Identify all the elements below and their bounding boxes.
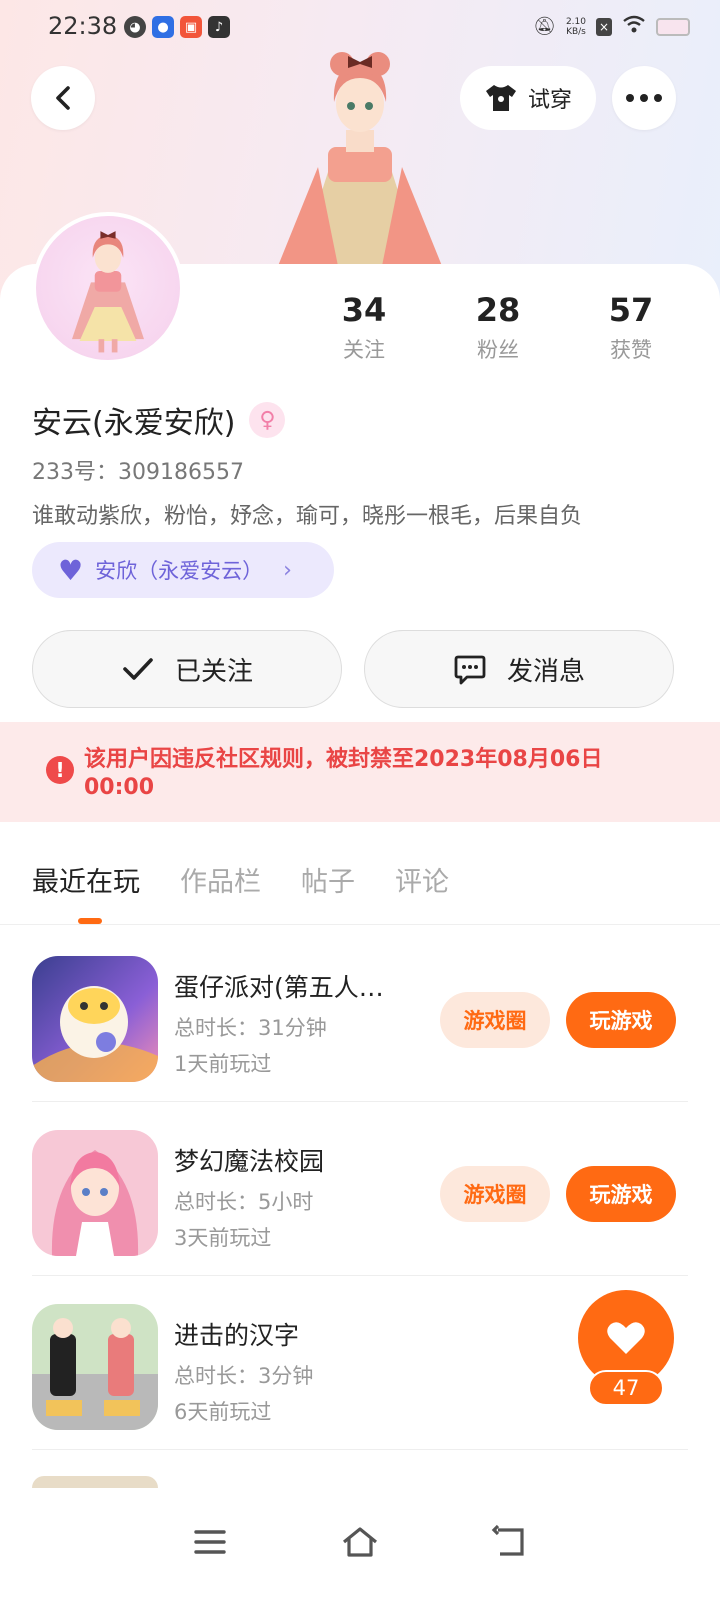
system-navigation-bar xyxy=(0,1488,720,1600)
game-circle-button[interactable]: 游戏圈 xyxy=(440,992,550,1048)
game-duration: 总时长：3分钟 xyxy=(174,1364,314,1388)
game-duration: 总时长：31分钟 xyxy=(174,1016,327,1040)
back-icon xyxy=(56,86,70,110)
game-circle-button[interactable]: 游戏圈 xyxy=(440,1166,550,1222)
wifi-icon xyxy=(622,14,646,39)
profile-tabs: 最近在玩 作品栏 帖子 评论 xyxy=(32,860,449,899)
username: 安云(永爱安欣) xyxy=(32,406,236,441)
game-name: 蛋仔派对(第五人… xyxy=(174,973,384,1002)
game-name: 梦幻魔法校园 xyxy=(174,1147,325,1176)
chevron-right-icon: › xyxy=(283,557,292,583)
female-gender-icon: ♀ xyxy=(249,402,286,438)
stat-following[interactable]: 34 关注 xyxy=(309,290,419,364)
baidu-icon: ● xyxy=(152,16,174,38)
following-count: 34 xyxy=(341,291,387,329)
avatar[interactable] xyxy=(32,212,184,364)
game-icon-magic-campus[interactable] xyxy=(32,1130,158,1256)
notification-app-icon: ◕ xyxy=(124,16,146,38)
user-bio: 谁敢动紫欣，粉怡，妤念，瑜可，晓彤一根毛，后果自负 xyxy=(32,504,583,529)
tab-comments[interactable]: 评论 xyxy=(395,860,449,899)
couple-relationship-tag[interactable]: ♥ 安欣（永爱安云） › xyxy=(32,542,334,598)
game-duration: 总时长：5小时 xyxy=(174,1190,314,1214)
chat-bubble-icon xyxy=(454,655,486,685)
stat-fans[interactable]: 28 粉丝 xyxy=(443,290,553,364)
menu-button[interactable] xyxy=(190,1524,230,1564)
fans-label: 粉丝 xyxy=(477,338,519,362)
followed-button[interactable]: 已关注 xyxy=(32,630,342,708)
home-button[interactable] xyxy=(340,1524,380,1564)
try-on-label: 试穿 xyxy=(527,88,572,113)
back-button[interactable] xyxy=(31,66,95,130)
more-icon xyxy=(626,94,662,102)
warning-icon: ! xyxy=(46,756,74,784)
sim-off-icon: × xyxy=(596,17,612,36)
game-list-item-partial xyxy=(32,1476,158,1488)
tab-posts[interactable]: 帖子 xyxy=(301,860,355,899)
ban-notice-text: 该用户因违反社区规则，被封禁至2023年08月06日 00:00 xyxy=(84,747,603,800)
fans-count: 28 xyxy=(475,291,521,329)
game-last-played: 1天前玩过 xyxy=(174,1052,272,1076)
heart-icon xyxy=(607,1322,645,1354)
try-on-button[interactable]: 试穿 xyxy=(460,66,596,130)
check-icon xyxy=(123,658,153,680)
tabs-divider xyxy=(0,924,720,925)
likes-label: 获赞 xyxy=(610,338,652,362)
game-list-item[interactable]: 蛋仔派对(第五人… 总时长：31分钟 1天前玩过 游戏圈 玩游戏 xyxy=(32,928,688,1102)
mute-icon: 🔕︎ xyxy=(533,16,556,37)
couple-tag-label: 安欣（永爱安云） xyxy=(95,559,264,583)
home-icon xyxy=(342,1527,378,1557)
stat-likes[interactable]: 57 获赞 xyxy=(576,290,686,364)
floating-like-button[interactable]: 47 xyxy=(566,1290,676,1408)
tshirt-icon xyxy=(485,85,516,111)
game-list-item[interactable]: 梦幻魔法校园 总时长：5小时 3天前玩过 游戏圈 玩游戏 xyxy=(32,1102,688,1276)
send-message-button[interactable]: 发消息 xyxy=(364,630,674,708)
like-count: 47 xyxy=(588,1370,664,1406)
network-speed: 2.10 KB/s xyxy=(565,16,586,37)
play-game-button[interactable]: 玩游戏 xyxy=(566,1166,676,1222)
more-options-button[interactable] xyxy=(612,66,676,130)
likes-count: 57 xyxy=(608,291,654,329)
game-icon-attack-hanzi[interactable] xyxy=(32,1304,158,1430)
kuaishou-icon: ▣ xyxy=(180,16,202,38)
back-nav-button[interactable] xyxy=(490,1524,530,1564)
followed-label: 已关注 xyxy=(174,656,253,687)
send-message-label: 发消息 xyxy=(506,656,585,687)
game-last-played: 6天前玩过 xyxy=(174,1400,272,1424)
tab-works[interactable]: 作品栏 xyxy=(180,860,261,899)
game-name: 进击的汉字 xyxy=(174,1321,300,1350)
tiktok-icon: ♪ xyxy=(208,16,230,38)
tab-recently-played[interactable]: 最近在玩 xyxy=(32,860,140,899)
following-label: 关注 xyxy=(343,338,385,362)
ban-notice-banner: ! 该用户因违反社区规则，被封禁至2023年08月06日 00:00 xyxy=(0,722,720,822)
play-game-button[interactable]: 玩游戏 xyxy=(566,992,676,1048)
avatar-3d-figure-image xyxy=(278,52,442,266)
game-icon-eggy-party[interactable] xyxy=(32,956,158,1082)
row-divider xyxy=(32,1449,688,1450)
status-time: 22:38 xyxy=(48,12,118,40)
status-bar: 22:38 ◕ ● ▣ ♪ 🔕︎ 2.10 KB/s × xyxy=(0,0,720,56)
game-last-played: 3天前玩过 xyxy=(174,1226,272,1250)
double-heart-icon: ♥ xyxy=(58,553,84,587)
battery-icon xyxy=(656,17,690,36)
user-id: 233号：309186557 xyxy=(32,460,244,485)
back-nav-icon xyxy=(491,1524,524,1556)
menu-icon xyxy=(194,1530,226,1554)
